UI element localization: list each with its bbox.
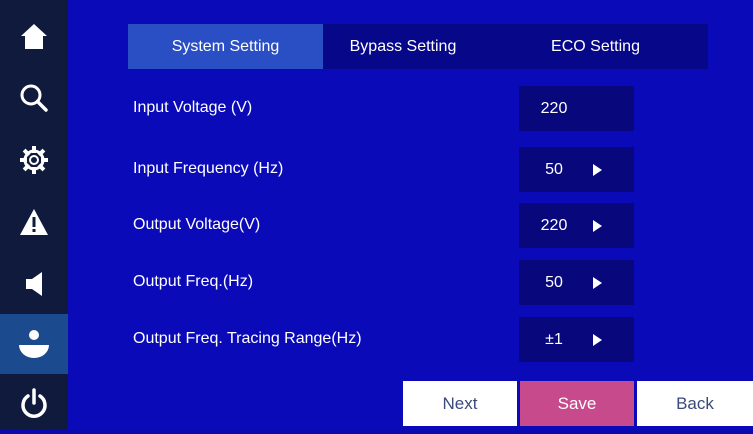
tracing-range-label: Output Freq. Tracing Range(Hz) — [133, 330, 362, 347]
output-freq-label: Output Freq.(Hz) — [133, 273, 254, 290]
search-icon — [20, 84, 48, 112]
power-icon — [21, 388, 47, 418]
tracing-range-value[interactable]: ±1 — [519, 317, 634, 362]
alarm-button[interactable] — [0, 192, 68, 252]
warning-icon — [20, 209, 48, 235]
input-frequency-label: Input Frequency (Hz) — [133, 160, 284, 177]
output-voltage-label: Output Voltage(V) — [133, 216, 261, 233]
sidebar — [0, 0, 68, 430]
sound-button[interactable] — [0, 254, 68, 314]
play-arrow-icon — [593, 333, 602, 346]
output-freq-value-text: 50 — [545, 273, 563, 291]
input-frequency-value-text: 50 — [545, 160, 563, 178]
input-voltage-value[interactable]: 220 — [519, 86, 634, 131]
next-button[interactable]: Next — [403, 381, 517, 426]
output-voltage-value[interactable]: 220 — [519, 203, 634, 248]
tab-bar: System Setting Bypass Setting ECO Settin… — [128, 24, 708, 69]
input-voltage-label: Input Voltage (V) — [133, 99, 253, 116]
gear-icon — [20, 146, 48, 174]
output-freq-value[interactable]: 50 — [519, 260, 634, 305]
power-button[interactable] — [0, 374, 68, 434]
user-icon — [19, 330, 49, 358]
play-arrow-icon — [593, 163, 602, 176]
output-voltage-value-text: 220 — [540, 216, 568, 234]
home-icon — [21, 24, 47, 49]
save-button[interactable]: Save — [520, 381, 634, 426]
search-button[interactable] — [0, 68, 68, 128]
play-arrow-icon — [593, 219, 602, 232]
home-button[interactable] — [0, 6, 68, 66]
settings-button[interactable] — [0, 130, 68, 190]
input-frequency-value[interactable]: 50 — [519, 147, 634, 192]
input-voltage-value-text: 220 — [540, 99, 568, 117]
back-button[interactable]: Back — [637, 381, 753, 426]
tab-system-setting[interactable]: System Setting — [128, 24, 323, 69]
tab-bypass-setting[interactable]: Bypass Setting — [323, 24, 483, 69]
tracing-range-value-text: ±1 — [545, 330, 563, 348]
main-panel: System Setting Bypass Setting ECO Settin… — [68, 0, 753, 430]
tab-eco-setting[interactable]: ECO Setting — [483, 24, 708, 69]
play-arrow-icon — [593, 276, 602, 289]
user-button[interactable] — [0, 314, 68, 374]
speaker-icon — [26, 272, 42, 296]
